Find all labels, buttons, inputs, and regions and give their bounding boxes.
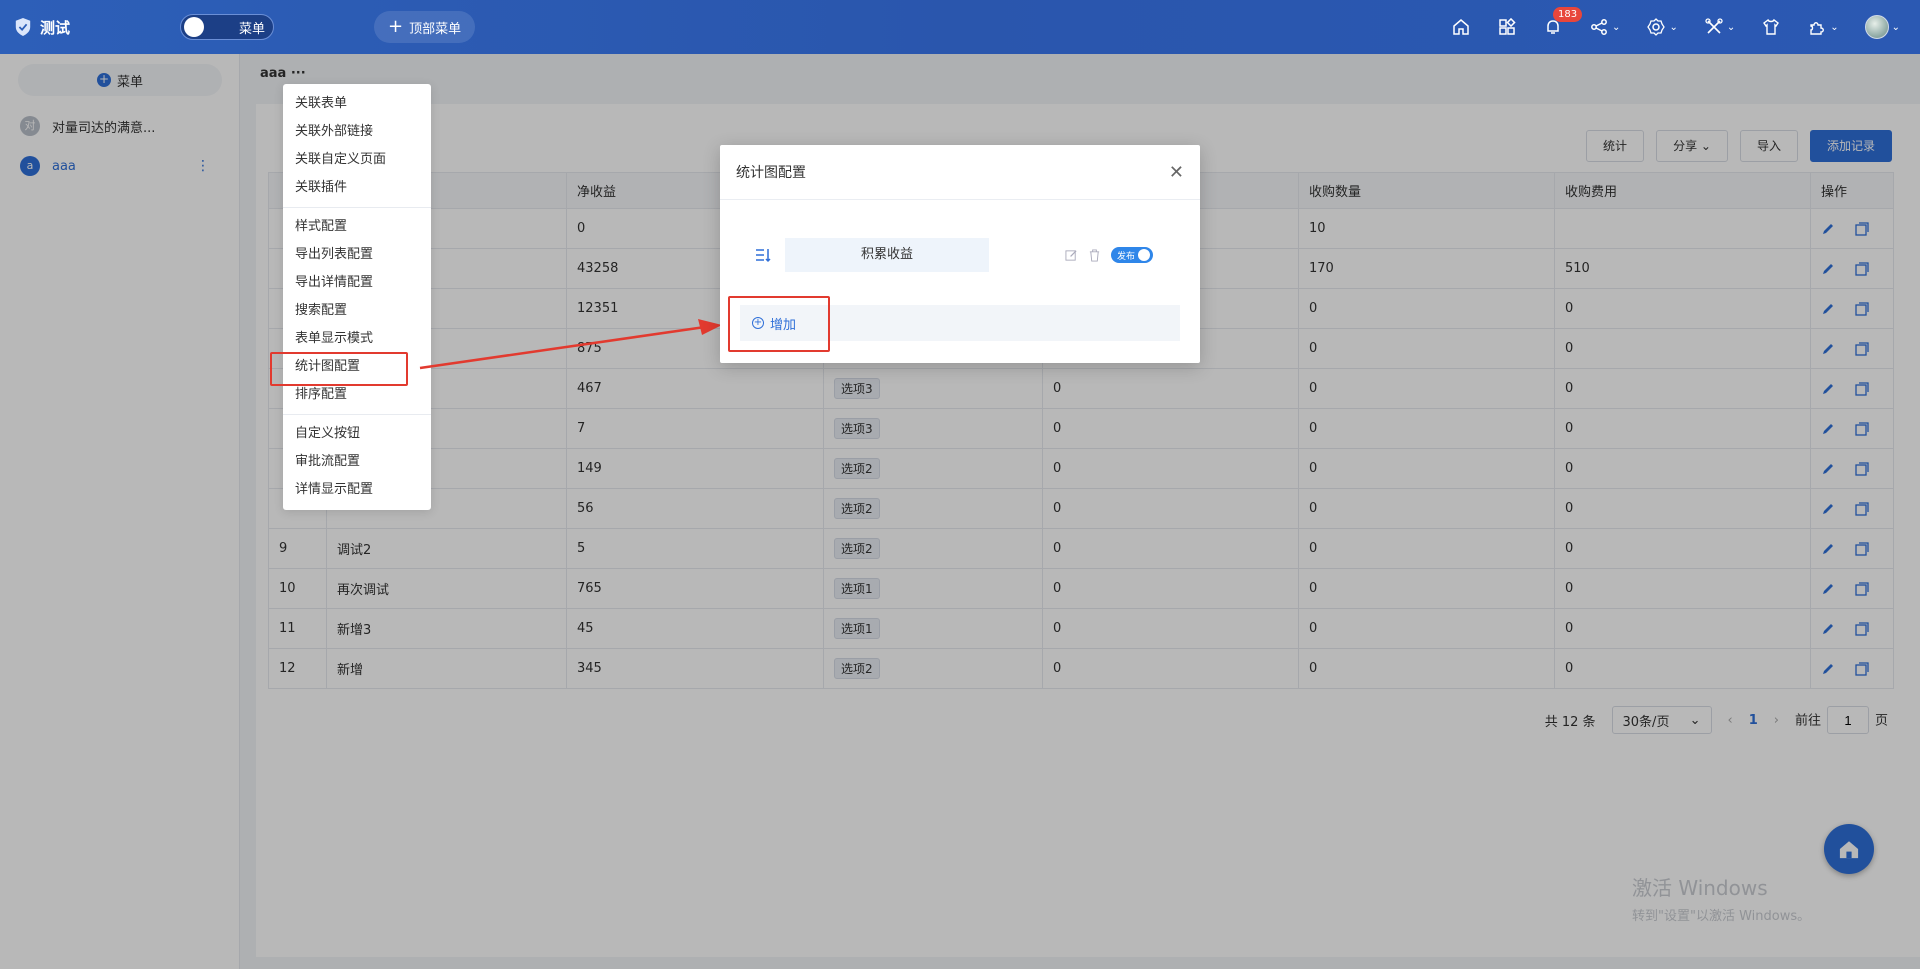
edit-icon[interactable] (1065, 249, 1078, 262)
modal-title: 统计图配置 (736, 165, 806, 181)
chart-config-modal: 统计图配置 ✕ 积累收益 发布 + 增加 (720, 145, 1200, 363)
config-item-actions: 发布 (1065, 247, 1153, 263)
switch-knob (1138, 249, 1150, 261)
config-item-name[interactable]: 积累收益 (785, 238, 989, 272)
publish-switch-label: 发布 (1117, 251, 1136, 262)
modal-header: 统计图配置 ✕ (720, 145, 1200, 200)
close-icon[interactable]: ✕ (1169, 162, 1184, 183)
publish-switch[interactable]: 发布 (1111, 247, 1153, 263)
trash-icon[interactable] (1088, 248, 1101, 262)
highlight-box (728, 296, 830, 352)
config-item-row: 积累收益 发布 (755, 238, 1175, 272)
sort-icon[interactable] (755, 247, 771, 263)
